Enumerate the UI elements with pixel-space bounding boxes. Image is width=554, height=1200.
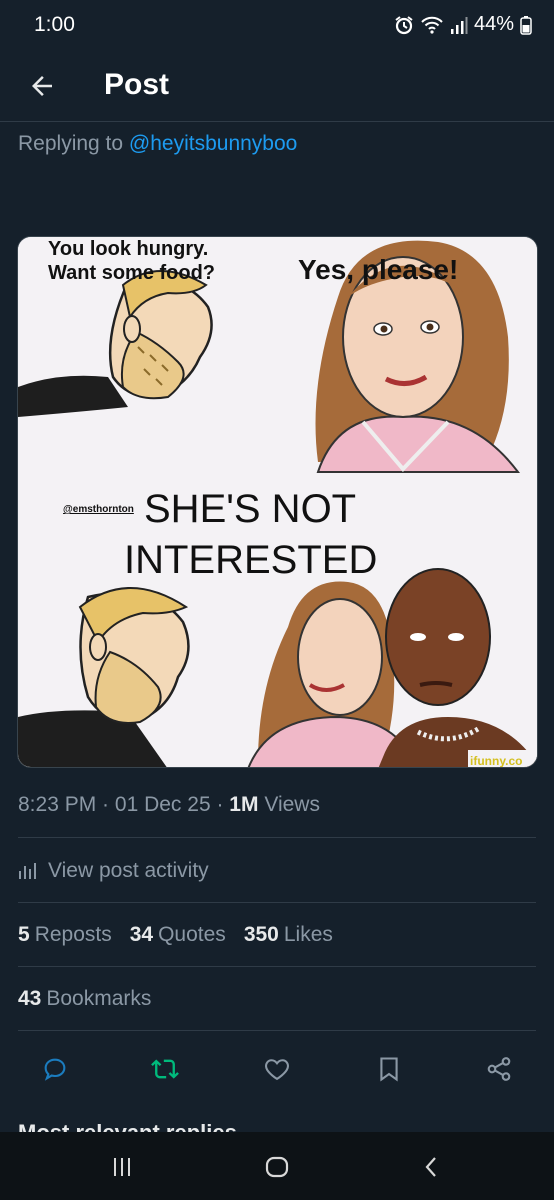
bookmark-icon [380,1057,398,1082]
system-nav-bar [0,1132,554,1200]
meme-middle-line2: INTERESTED [124,538,377,582]
repost-button[interactable] [148,1052,182,1086]
like-icon [265,1059,289,1081]
quotes-count: 34 [129,923,154,946]
bookmarks-label: Bookmarks [46,987,152,1010]
bookmarks-count: 43 [18,987,42,1010]
reposts-label: Reposts [34,923,112,946]
views-label: Views [258,793,320,816]
repost-icon [151,1059,179,1079]
post-meta: 8:23 PM · 01 Dec 25 · 1M Views [18,793,320,817]
alarm-icon [394,15,414,35]
replying-to: Replying to @heyitsbunnyboo [18,132,297,156]
post-stats: 5 Reposts 34 Quotes 350 Likes [18,923,333,947]
page-title: Post [104,68,170,101]
status-icons: 44% [394,13,532,36]
meta-separator: · [210,793,230,816]
status-time: 1:00 [34,13,75,36]
divider [18,837,536,838]
post-image[interactable]: You look hungry. Want some food? Yes, pl… [17,236,538,768]
meme-top-left-line2: Want some food? [48,262,215,284]
battery-icon [520,15,532,35]
battery-percent: 44% [473,13,514,35]
home-icon [265,1156,289,1178]
quotes-label: Quotes [158,923,226,946]
post-date: 01 Dec 25 [114,793,211,816]
reposts-stat[interactable]: 5 Reposts [18,923,112,947]
home-button[interactable] [257,1150,297,1184]
likes-label: Likes [283,923,333,946]
status-bar: 1:00 44% [0,0,554,52]
bookmarks-stat[interactable]: 43 Bookmarks [18,987,151,1011]
app-header: Post [0,52,554,122]
recent-apps-icon [114,1158,130,1176]
wifi-icon [420,15,444,35]
meme-watermark-small: @emsthornton [63,504,134,515]
views-count: 1M [229,793,259,816]
meta-separator: · [96,793,115,816]
replies-section-heading: Most relevant replies [18,1122,237,1132]
meme-top-right: Yes, please! [298,254,458,285]
bar-chart-icon [19,863,36,879]
meme-middle-line1: SHE'S NOT [144,487,356,531]
back-chevron-icon [425,1157,436,1177]
divider [18,902,536,903]
meme-top-left-line1: You look hungry. [48,238,208,260]
back-button[interactable] [22,66,62,106]
meme-ifunny-watermark: ifunny.co [470,754,522,768]
recent-apps-button[interactable] [102,1150,142,1184]
signal-icon [450,15,468,35]
reply-icon [44,1058,66,1081]
divider [18,966,536,967]
action-bar [0,1046,554,1092]
view-post-activity-link[interactable]: View post activity [18,859,209,883]
reply-button[interactable] [38,1052,72,1086]
arrow-left-icon [32,76,52,96]
share-button[interactable] [482,1052,516,1086]
back-nav-button[interactable] [412,1150,452,1184]
reposts-count: 5 [18,923,30,946]
replying-prefix: Replying to [18,132,129,155]
quotes-stat[interactable]: 34 Quotes [130,923,226,947]
divider [18,1030,536,1031]
share-icon [487,1057,511,1081]
like-button[interactable] [260,1052,294,1086]
likes-stat[interactable]: 350 Likes [244,923,333,947]
activity-label: View post activity [48,859,209,882]
reply-handle-link[interactable]: @heyitsbunnyboo [129,132,297,155]
bookmark-button[interactable] [372,1052,406,1086]
likes-count: 350 [243,923,279,946]
post-time: 8:23 PM [18,793,97,816]
